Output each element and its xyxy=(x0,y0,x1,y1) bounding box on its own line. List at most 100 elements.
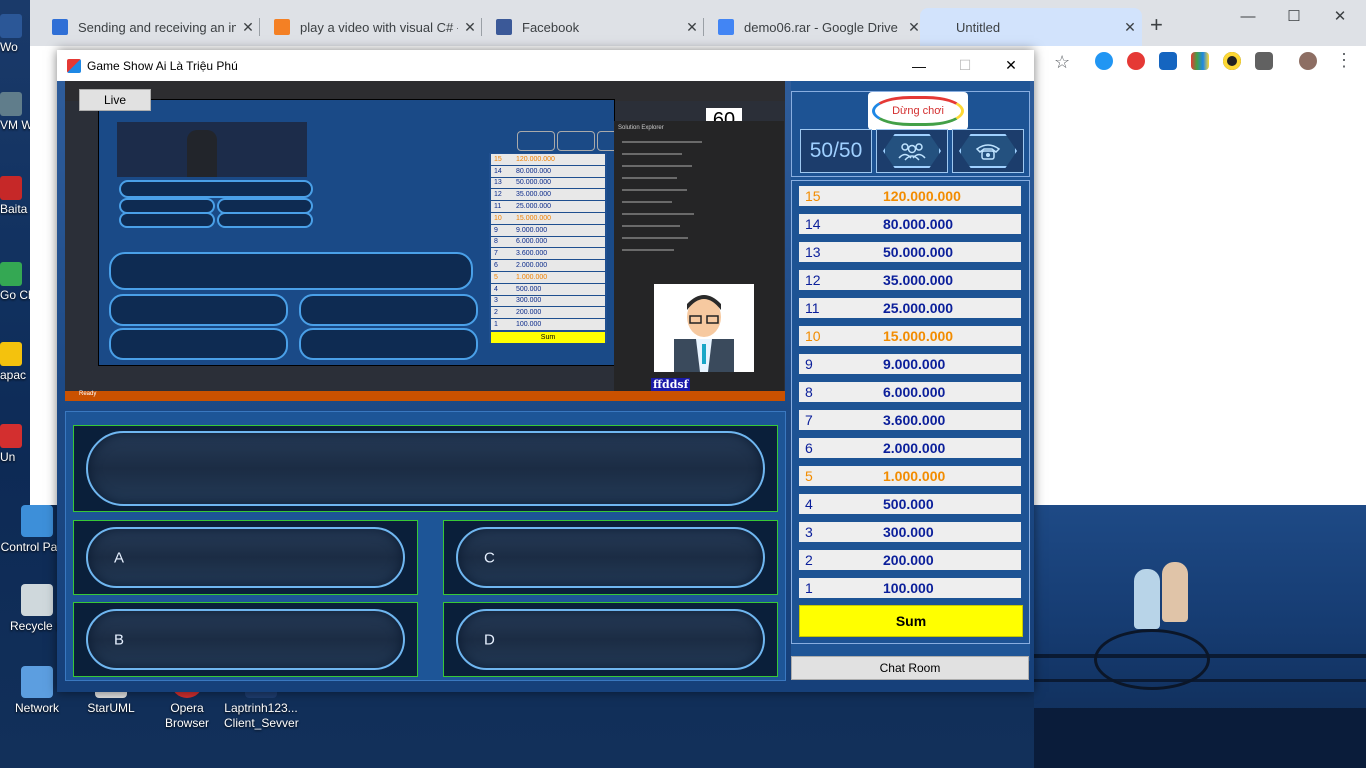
extension-drop-icon[interactable] xyxy=(1095,52,1113,70)
answer-c-label: C xyxy=(484,549,495,566)
extension-se-icon[interactable] xyxy=(1255,52,1273,70)
desktop-icon-word[interactable]: Wo xyxy=(0,14,30,54)
desktop-icon-apache[interactable]: apac xyxy=(0,342,30,382)
stream-ladder-level: 5 xyxy=(494,273,498,281)
ladder-row-2: 2 200.000 xyxy=(799,550,1021,570)
desktop-icon-unknown[interactable]: Un xyxy=(0,424,30,464)
stream-audience xyxy=(557,131,595,151)
ladder-amount: 1.000.000 xyxy=(883,468,946,484)
tab-title: Facebook xyxy=(522,19,580,35)
stop-game-button[interactable]: Dừng chơi xyxy=(868,92,968,130)
fifty-fifty-button[interactable]: 50/50 xyxy=(800,129,872,173)
desktop-icon-baita[interactable]: Baita xyxy=(0,176,30,216)
stream-ladder-amount: 1.000.000 xyxy=(516,273,548,281)
live-button[interactable]: Live xyxy=(79,89,151,111)
stream-ladder-row: 13 50.000.000 xyxy=(491,177,605,189)
ladder-row-13: 13 50.000.000 xyxy=(799,242,1021,262)
sum-button[interactable]: Sum xyxy=(799,605,1023,637)
desktop-icon-chrome[interactable]: Go Ch xyxy=(0,262,30,302)
tab-bar: Sending and receiving an ima ✕ play a vi… xyxy=(30,0,1366,46)
stream-ladder-amount: 50.000.000 xyxy=(516,179,552,187)
stream-ladder-amount: 200.000 xyxy=(516,309,542,317)
ladder-amount: 35.000.000 xyxy=(883,272,954,288)
desktop-icon-vmware[interactable]: VM Wor xyxy=(0,92,30,132)
answer-a-label: A xyxy=(114,549,125,566)
stream-ladder-level: 2 xyxy=(494,309,498,317)
stream-host-video xyxy=(117,122,307,177)
tab-sending-receiving[interactable]: Sending and receiving an ima ✕ xyxy=(38,8,260,46)
close-button[interactable]: ✕ xyxy=(988,50,1034,81)
stream-ladder-level: 12 xyxy=(494,191,502,199)
stream-ladder-level: 9 xyxy=(494,226,498,234)
stream-player-avatar xyxy=(654,284,754,372)
answer-a-button[interactable]: A xyxy=(73,520,418,595)
browser-close-button[interactable]: ✕ xyxy=(1317,0,1363,32)
ladder-row-3: 3 300.000 xyxy=(799,522,1021,542)
stream-ladder-level: 11 xyxy=(494,203,502,211)
stream-ladder-level: 4 xyxy=(494,285,498,293)
extension-adblock-icon[interactable] xyxy=(1127,52,1145,70)
stream-ladder-amount: 35.000.000 xyxy=(516,191,552,199)
answer-d-button[interactable]: D xyxy=(443,602,778,677)
desktop-icon-label: StarUML xyxy=(87,701,135,715)
tab-untitled[interactable]: Untitled ✕ xyxy=(920,8,1142,46)
tab-facebook[interactable]: Facebook ✕ xyxy=(482,8,704,46)
stream-ladder-level: 3 xyxy=(494,297,498,305)
phone-friend-button[interactable] xyxy=(952,129,1024,173)
ladder-row-7: 7 3.600.000 xyxy=(799,410,1021,430)
desktop-icon-label: Go Ch xyxy=(0,288,30,302)
extension-colorgrid-icon[interactable] xyxy=(1191,52,1209,70)
chat-room-button[interactable]: Chat Room xyxy=(791,656,1029,680)
stream-ladder-row: 14 80.000.000 xyxy=(491,165,605,177)
ladder-amount: 500.000 xyxy=(883,496,934,512)
stream-ladder-amount: 9.000.000 xyxy=(516,226,548,234)
game-body: 60 Solution Explorer 15 120.000.000 14 80.0… xyxy=(57,81,1034,692)
desktop-icon-label: Wo xyxy=(0,40,18,54)
ladder-row-10: 10 15.000.000 xyxy=(799,326,1021,346)
ladder-row-14: 14 80.000.000 xyxy=(799,214,1021,234)
ladder-level: 11 xyxy=(805,300,820,316)
ladder-level: 12 xyxy=(805,272,821,288)
answer-b-button[interactable]: B xyxy=(73,602,418,677)
close-tab-icon[interactable]: ✕ xyxy=(1118,19,1142,36)
stream-ladder-level: 13 xyxy=(494,179,502,187)
close-tab-icon[interactable]: ✕ xyxy=(236,19,260,36)
extension-circle-icon[interactable] xyxy=(1223,52,1241,70)
tab-google-drive[interactable]: demo06.rar - Google Drive ✕ xyxy=(704,8,926,46)
answer-c-button[interactable]: C xyxy=(443,520,778,595)
ladder-level: 15 xyxy=(805,188,821,204)
stream-ladder-row: 12 35.000.000 xyxy=(491,189,605,201)
stream-ide-menubar xyxy=(65,81,785,101)
minimize-button[interactable]: — xyxy=(896,50,942,81)
browser-menu-icon[interactable]: ⋮ xyxy=(1335,50,1353,71)
new-tab-button[interactable]: + xyxy=(1150,12,1163,38)
google-docs-icon xyxy=(718,19,734,35)
ladder-amount: 25.000.000 xyxy=(883,300,954,316)
browser-maximize-button[interactable]: ☐ xyxy=(1271,0,1317,32)
tab-play-video[interactable]: play a video with visual C# - S ✕ xyxy=(260,8,482,46)
maximize-button[interactable]: ☐ xyxy=(942,50,988,81)
profile-avatar[interactable] xyxy=(1299,52,1317,70)
ladder-row-1: 1 100.000 xyxy=(799,578,1021,598)
bookmark-star-icon[interactable]: ☆ xyxy=(1054,52,1070,73)
ladder-amount: 2.000.000 xyxy=(883,440,946,456)
extension-j-icon[interactable] xyxy=(1159,52,1177,70)
browser-minimize-button[interactable]: — xyxy=(1225,0,1271,32)
answer-b-label: B xyxy=(114,631,125,648)
ladder-amount: 3.600.000 xyxy=(883,412,946,428)
right-panel: Dừng chơi 50/50 15 120.000.000 14 80.000… xyxy=(791,81,1030,661)
ask-audience-button[interactable] xyxy=(876,129,948,173)
ladder-row-5: 5 1.000.000 xyxy=(799,466,1021,486)
close-tab-icon[interactable]: ✕ xyxy=(458,19,482,36)
desktop-icon-label: VM Wor xyxy=(0,118,30,132)
facebook-icon xyxy=(496,19,512,35)
stream-ladder-row: 8 6.000.000 xyxy=(491,236,605,248)
stream-ladder-level: 7 xyxy=(494,250,498,258)
stream-ladder-row: 9 9.000.000 xyxy=(491,224,605,236)
stream-ladder-amount: 25.000.000 xyxy=(516,203,552,211)
close-tab-icon[interactable]: ✕ xyxy=(680,19,704,36)
stream-ladder-row: 15 120.000.000 xyxy=(491,154,605,165)
stream-ladder-amount: 6.000.000 xyxy=(516,238,548,246)
wallpaper-scene xyxy=(1034,504,1366,768)
ladder-row-11: 11 25.000.000 xyxy=(799,298,1021,318)
